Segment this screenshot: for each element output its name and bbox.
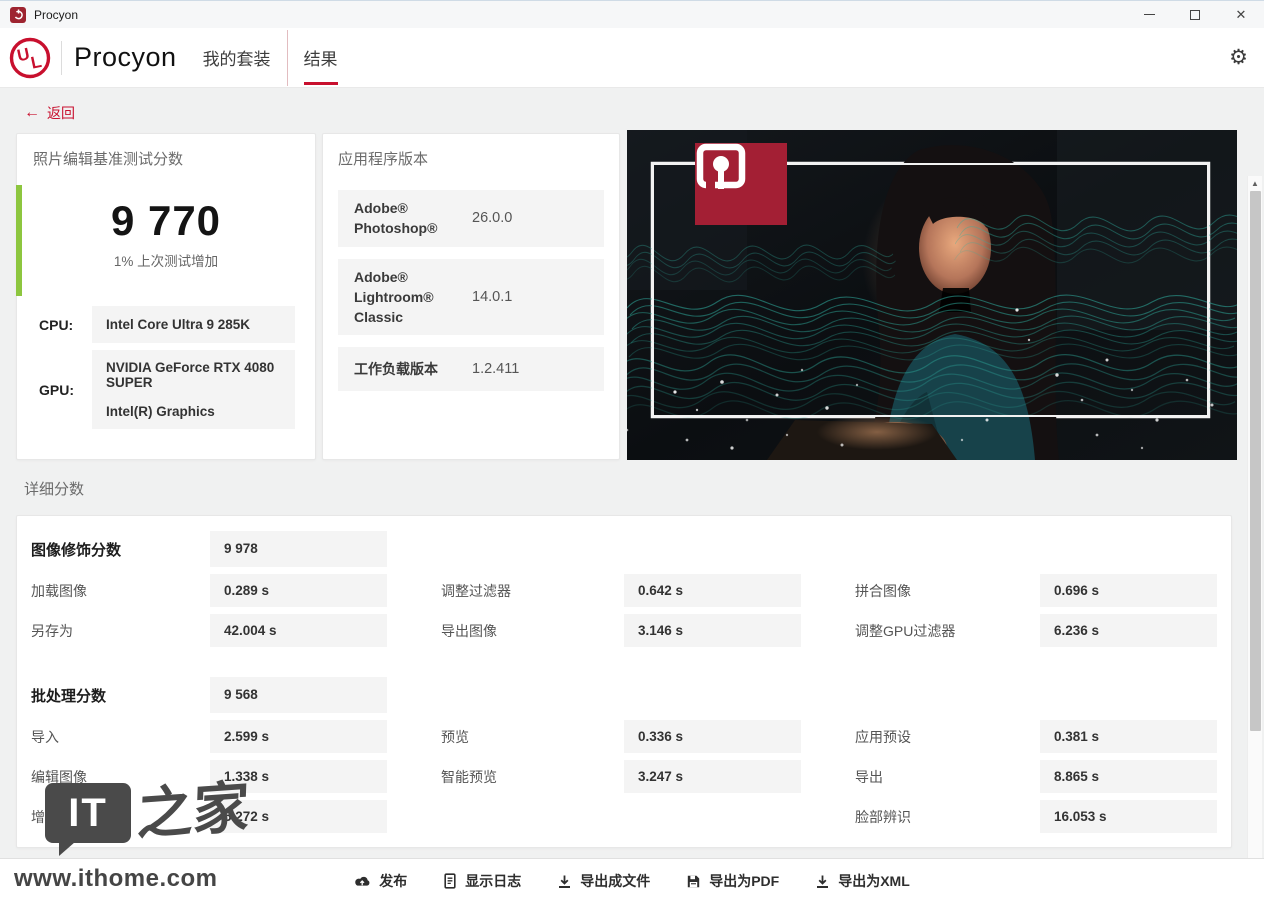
scrollbar-thumb[interactable] xyxy=(1250,191,1261,731)
show-log-button[interactable]: 显示日志 xyxy=(443,871,521,891)
export-pdf-button[interactable]: 导出为PDF xyxy=(686,871,779,891)
back-label: 返回 xyxy=(47,103,75,123)
score-value: 9 978 xyxy=(210,531,387,567)
document-icon xyxy=(443,873,457,889)
results-page: ← 返回 照片编辑基准测试分数 9 770 1% 上次测试增加 CPU: Int… xyxy=(0,88,1264,858)
brand-name: Procyon xyxy=(74,42,177,73)
tab-results[interactable]: 结果 xyxy=(304,28,338,88)
detail-row: 编辑图像1.338 s 智能预览3.247 s 导出8.865 s xyxy=(31,760,1231,793)
active-tab-underline xyxy=(304,82,338,85)
svg-text:L: L xyxy=(29,51,43,72)
brand-divider xyxy=(61,41,62,75)
score-delta: 1% 上次测试增加 xyxy=(33,250,299,270)
close-icon[interactable]: ✕ xyxy=(1218,1,1264,29)
export-file-button[interactable]: 导出成文件 xyxy=(557,871,650,891)
version-row-lightroom: Adobe® Lightroom® Classic 14.0.1 xyxy=(338,259,604,336)
gpu-label: GPU: xyxy=(33,350,92,429)
details-section-title: 详细分数 xyxy=(24,478,84,499)
versions-card-title: 应用程序版本 xyxy=(338,148,604,169)
gpu-value-1: NVIDIA GeForce RTX 4080 SUPER xyxy=(106,360,281,390)
download-icon xyxy=(557,874,572,889)
save-icon xyxy=(686,874,701,889)
gpu-value-2: Intel(R) Graphics xyxy=(106,404,281,419)
cpu-value: Intel Core Ultra 9 285K xyxy=(92,306,295,343)
photo-editing-badge-icon xyxy=(695,143,787,225)
minimize-icon[interactable] xyxy=(1126,1,1172,29)
tab-my-suites[interactable]: 我的套装 xyxy=(203,28,271,88)
gpu-row: GPU: NVIDIA GeForce RTX 4080 SUPER Intel… xyxy=(33,350,299,429)
back-button[interactable]: ← 返回 xyxy=(24,103,75,123)
window-title: Procyon xyxy=(34,8,78,22)
score-row-batch: 批处理分数 9 568 xyxy=(31,677,1231,713)
benchmark-score-card: 照片编辑基准测试分数 9 770 1% 上次测试增加 CPU: Intel Co… xyxy=(16,133,316,460)
benchmark-score: 9 770 xyxy=(33,197,299,245)
version-row-workload: 工作负载版本 1.2.411 xyxy=(338,347,604,391)
app-header: U L Procyon 我的套装 结果 ⚙ xyxy=(0,28,1264,88)
maximize-icon[interactable] xyxy=(1172,1,1218,29)
footer-toolbar: 发布 显示日志 导出成文件 导出为PDF 导出为XML xyxy=(0,858,1264,903)
main-tabs: 我的套装 结果 xyxy=(203,28,338,88)
title-bar: Procyon ✕ xyxy=(0,0,1264,28)
detail-row: 另存为42.004 s 导出图像3.146 s 调整GPU过滤器6.236 s xyxy=(31,614,1231,647)
score-row-retouching: 图像修饰分数 9 978 xyxy=(31,531,1231,567)
gpu-value: NVIDIA GeForce RTX 4080 SUPER Intel(R) G… xyxy=(92,350,295,429)
app-versions-card: 应用程序版本 Adobe® Photoshop® 26.0.0 Adobe® L… xyxy=(322,133,620,460)
procyon-power-icon xyxy=(10,7,26,23)
tab-divider xyxy=(287,30,288,86)
cloud-upload-icon xyxy=(354,874,371,889)
download-icon xyxy=(815,874,830,889)
export-xml-button[interactable]: 导出为XML xyxy=(815,871,910,891)
back-arrow-icon: ← xyxy=(24,104,40,122)
cpu-label: CPU: xyxy=(33,306,92,343)
score-value: 9 568 xyxy=(210,677,387,713)
hero-image xyxy=(627,130,1237,460)
publish-button[interactable]: 发布 xyxy=(354,871,407,891)
detail-row: 导入2.599 s 预览0.336 s 应用预设0.381 s xyxy=(31,720,1231,753)
detail-row: 加载图像0.289 s 调整过滤器0.642 s 拼合图像0.696 s xyxy=(31,574,1231,607)
ul-logo: U L xyxy=(9,37,51,79)
cpu-row: CPU: Intel Core Ultra 9 285K xyxy=(33,306,299,343)
detailed-scores-card: 图像修饰分数 9 978 加载图像0.289 s 调整过滤器0.642 s 拼合… xyxy=(16,515,1232,848)
scrollbar-up-arrow-icon[interactable]: ▲ xyxy=(1248,176,1262,190)
version-row-photoshop: Adobe® Photoshop® 26.0.0 xyxy=(338,190,604,247)
score-card-title: 照片编辑基准测试分数 xyxy=(33,148,299,169)
detail-row: 增强的详细信息5.272 s 脸部辨识16.053 s xyxy=(31,800,1231,833)
gear-icon[interactable]: ⚙ xyxy=(1229,47,1248,68)
score-accent-bar xyxy=(16,185,22,296)
vertical-scrollbar[interactable]: ▲ xyxy=(1247,176,1262,903)
